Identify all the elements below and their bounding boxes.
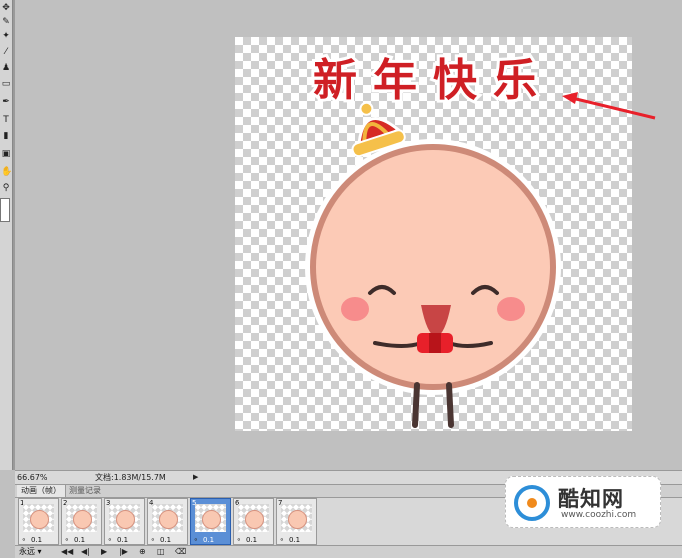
frame-delay[interactable]: 0.1: [289, 536, 300, 544]
animation-controls: 永远 ▾ ◀◀ ◀| ▶ |▶ ⊕ ◫ ⌫: [15, 545, 682, 558]
frame-link-icon: ⚬: [236, 536, 242, 544]
frames-strip: 1 ⚬ 0.1 2 ⚬ 0.1 3 ⚬ 0.1 4 ⚬ 0.1 5 ⚬ 0.1: [18, 498, 338, 545]
watermark-title: 酷知网: [558, 487, 624, 511]
frame-4[interactable]: 4 ⚬ 0.1: [147, 498, 188, 545]
loop-select[interactable]: 永远 ▾: [19, 546, 42, 558]
frame-thumbnail: [152, 504, 183, 532]
frame-7[interactable]: 7 ⚬ 0.1: [276, 498, 317, 545]
watermark: 酷知网 www.coozhi.com: [505, 476, 661, 528]
frame-delay[interactable]: 0.1: [117, 536, 128, 544]
frame-link-icon: ⚬: [107, 536, 113, 544]
status-menu-arrow-icon[interactable]: ▶: [193, 471, 198, 484]
previous-frame-button[interactable]: ◀|: [81, 546, 90, 558]
frame-delay[interactable]: 0.1: [31, 536, 42, 544]
frame-link-icon: ⚬: [64, 536, 70, 544]
frame-delay[interactable]: 0.1: [246, 536, 257, 544]
frame-link-icon: ⚬: [193, 536, 199, 544]
delete-frame-button[interactable]: ⌫: [175, 546, 186, 558]
frame-link-icon: ⚬: [21, 536, 27, 544]
frame-1[interactable]: 1 ⚬ 0.1: [18, 498, 59, 545]
frame-2[interactable]: 2 ⚬ 0.1: [61, 498, 102, 545]
play-button[interactable]: ▶: [101, 546, 107, 558]
frame-delay[interactable]: 0.1: [203, 536, 214, 544]
frame-thumbnail: [66, 504, 97, 532]
first-frame-button[interactable]: ◀◀: [61, 546, 73, 558]
frame-3[interactable]: 3 ⚬ 0.1: [104, 498, 145, 545]
tab-measurement-log[interactable]: 测量记录: [65, 485, 105, 497]
frame-delay[interactable]: 0.1: [74, 536, 85, 544]
tab-animation[interactable]: 动画（帧）: [17, 485, 66, 497]
frame-link-icon: ⚬: [279, 536, 285, 544]
frame-delay[interactable]: 0.1: [160, 536, 171, 544]
next-frame-button[interactable]: |▶: [119, 546, 128, 558]
arrow-to-title: [571, 96, 656, 120]
frame-5[interactable]: 5 ⚬ 0.1: [190, 498, 231, 545]
frame-thumbnail: [281, 504, 312, 532]
frame-thumbnail: [238, 504, 269, 532]
frame-thumbnail: [195, 504, 226, 532]
arrow-head-title: [562, 92, 578, 104]
tween-button[interactable]: ⊕: [139, 546, 146, 558]
duplicate-frame-button[interactable]: ◫: [157, 546, 165, 558]
coozhi-logo-icon: [514, 485, 550, 521]
frame-6[interactable]: 6 ⚬ 0.1: [233, 498, 274, 545]
frame-link-icon: ⚬: [150, 536, 156, 544]
watermark-url: www.coozhi.com: [561, 510, 637, 520]
frame-thumbnail: [23, 504, 54, 532]
document-size: 文档:1.83M/15.7M: [95, 473, 166, 482]
frame-thumbnail: [109, 504, 140, 532]
zoom-level[interactable]: 66.67%: [17, 471, 48, 484]
